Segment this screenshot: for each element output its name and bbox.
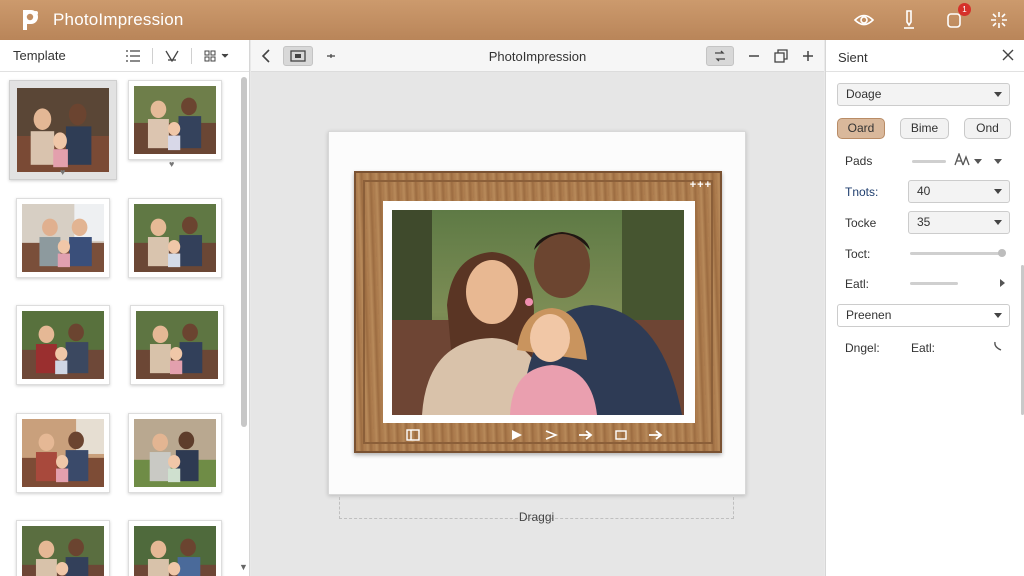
- chevron-down-icon: [994, 313, 1002, 318]
- properties-title: Sient: [838, 50, 868, 65]
- template-thumbnail[interactable]: [128, 413, 222, 493]
- pen-icon[interactable]: [898, 9, 920, 31]
- eatl2-label: Eatl:: [911, 341, 936, 355]
- pads-label: Pads: [845, 154, 873, 168]
- slider-knob[interactable]: [998, 249, 1006, 257]
- heart-icon: ♥: [169, 159, 175, 169]
- template-panel-title: Template: [13, 48, 66, 63]
- template-thumbnail[interactable]: ♥: [128, 80, 222, 169]
- frame-controls: [406, 429, 664, 441]
- chevron-down-icon[interactable]: [994, 159, 1002, 164]
- drop-zone-label: Draggi: [518, 510, 555, 524]
- secondary-preset-select[interactable]: Preenen: [837, 304, 1010, 327]
- properties-header: Sient: [826, 40, 1024, 72]
- family-photo[interactable]: [392, 210, 684, 415]
- app-logo-icon: [23, 10, 38, 30]
- tocke-value: 35: [917, 215, 931, 229]
- properties-panel: Sient Doage Oard Bime Ond Pads Tnots: 40…: [825, 40, 1024, 576]
- template-thumbnail[interactable]: [130, 305, 224, 385]
- mode-pill-2[interactable]: Bime: [900, 118, 949, 139]
- template-thumbnail[interactable]: [128, 520, 222, 576]
- chevron-right-icon[interactable]: [1000, 279, 1005, 287]
- dragel-label: Dngel:: [845, 341, 880, 355]
- secondary-preset-value: Preenen: [846, 308, 892, 322]
- minus-icon[interactable]: [748, 50, 760, 62]
- canvas-toolbar: PhotoImpression: [251, 40, 824, 72]
- template-thumbnail[interactable]: [16, 520, 110, 576]
- canvas-page[interactable]: +++: [328, 131, 746, 495]
- eatl-label: Eatl:: [845, 277, 870, 291]
- chevron-down-icon[interactable]: [974, 159, 982, 164]
- swap-button[interactable]: [706, 46, 734, 66]
- crop-icon[interactable]: [614, 429, 628, 441]
- canvas-area: PhotoImpression +++ Draggi: [251, 40, 824, 576]
- divider: [152, 48, 153, 64]
- pads-slider[interactable]: [912, 160, 946, 163]
- filter-icon[interactable]: [165, 50, 179, 62]
- template-panel-header: Template: [0, 40, 249, 72]
- wooden-frame[interactable]: +++: [354, 171, 722, 453]
- list-icon[interactable]: [126, 50, 140, 62]
- arrow-right-icon[interactable]: [578, 429, 594, 441]
- close-icon[interactable]: [1002, 49, 1014, 61]
- plus-icon[interactable]: [802, 50, 814, 62]
- scrollbar-thumb[interactable]: [241, 77, 247, 427]
- mode-pill-3[interactable]: Ond: [964, 118, 1011, 139]
- notification-badge: 1: [958, 3, 971, 16]
- drop-zone[interactable]: Draggi: [339, 497, 734, 524]
- tints-value: 40: [917, 184, 931, 198]
- tocke-label: Tocke: [845, 216, 877, 230]
- split-icon[interactable]: [406, 429, 420, 441]
- next-icon[interactable]: [648, 429, 664, 441]
- tints-label: Tnots:: [845, 185, 879, 199]
- mode-pill-1[interactable]: Oard: [837, 118, 885, 139]
- send-icon[interactable]: [544, 429, 558, 441]
- template-panel: Template ♥ ♥ ▼: [0, 40, 250, 576]
- toct-slider[interactable]: [910, 249, 1006, 257]
- copy-icon[interactable]: [774, 49, 788, 63]
- tints-select[interactable]: 40: [908, 180, 1010, 203]
- text-style-icon[interactable]: [954, 153, 970, 166]
- preset-select-value: Doage: [846, 87, 882, 101]
- eatl-slider[interactable]: [910, 282, 958, 285]
- template-thumbnail[interactable]: ♥: [9, 80, 117, 180]
- template-thumbnail[interactable]: [128, 198, 222, 278]
- grid-icon[interactable]: [204, 50, 230, 62]
- template-thumbnail[interactable]: [16, 413, 110, 493]
- preset-select[interactable]: Doage: [837, 83, 1010, 106]
- bell-icon[interactable]: 1: [943, 3, 971, 31]
- template-scrollbar[interactable]: ▼: [238, 73, 249, 576]
- phone-icon[interactable]: [993, 341, 1003, 351]
- photo-matte: [383, 201, 695, 423]
- template-thumbnail[interactable]: [16, 198, 110, 278]
- play-icon[interactable]: [510, 429, 524, 441]
- tocke-select[interactable]: 35: [908, 211, 1010, 234]
- eye-icon[interactable]: [853, 9, 875, 31]
- chevron-down-icon[interactable]: ▼: [239, 562, 248, 572]
- template-thumbnail-grid: ♥ ♥: [0, 73, 236, 576]
- toct-label: Toct:: [845, 247, 871, 261]
- app-title: PhotoImpression: [53, 10, 184, 29]
- sparkle-icon[interactable]: [988, 9, 1010, 31]
- heart-icon: ♥: [60, 167, 66, 177]
- title-bar: PhotoImpression 1: [0, 0, 1024, 40]
- swap-icon: [715, 50, 725, 62]
- chevron-down-icon: [994, 189, 1002, 194]
- template-thumbnail[interactable]: [16, 305, 110, 385]
- divider: [191, 48, 192, 64]
- frame-add-icon[interactable]: +++: [690, 179, 712, 191]
- chevron-down-icon: [994, 92, 1002, 97]
- chevron-down-icon: [994, 220, 1002, 225]
